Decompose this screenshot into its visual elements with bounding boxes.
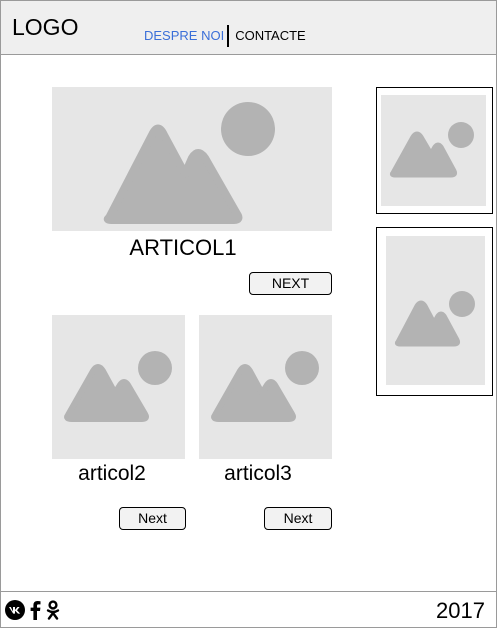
article2-next-button[interactable]: Next (119, 507, 186, 530)
logo[interactable]: LOGO (12, 14, 78, 40)
header: LOGO DESPRE NOI CONTACTE (1, 1, 496, 55)
sidebar-image-2 (386, 236, 485, 385)
nav-link-despre-noi[interactable]: DESPRE NOI (144, 28, 224, 44)
vk-icon[interactable] (5, 600, 25, 625)
article3-title[interactable]: articol3 (208, 462, 308, 486)
image-placeholder-icon (211, 351, 319, 422)
main-nav: DESPRE NOI CONTACTE (144, 25, 306, 47)
social-links (5, 600, 60, 625)
image-placeholder-icon (394, 291, 475, 347)
article3-image[interactable] (199, 315, 332, 459)
nav-link-contacte[interactable]: CONTACTE (235, 28, 306, 44)
sidebar-box-1[interactable] (376, 87, 493, 214)
sidebar-image-1 (381, 95, 486, 206)
image-placeholder-icon (103, 102, 275, 224)
article2-image[interactable] (52, 315, 185, 459)
article3-next-button[interactable]: Next (264, 507, 332, 530)
facebook-icon[interactable] (30, 600, 41, 625)
nav-separator (227, 25, 230, 47)
page-frame: LOGO DESPRE NOI CONTACTE ARTICOL1 NEXT a… (0, 0, 497, 628)
image-placeholder-icon (389, 122, 474, 178)
footer: 2017 (1, 591, 496, 628)
article2-title[interactable]: articol2 (62, 462, 162, 486)
featured-next-button[interactable]: NEXT (249, 272, 332, 295)
image-placeholder-icon (64, 351, 172, 422)
sidebar-box-2[interactable] (376, 227, 493, 396)
featured-article-title[interactable]: ARTICOL1 (113, 235, 253, 261)
odnoklassniki-icon[interactable] (46, 600, 60, 625)
copyright-year: 2017 (436, 598, 485, 623)
featured-image[interactable] (52, 87, 332, 231)
